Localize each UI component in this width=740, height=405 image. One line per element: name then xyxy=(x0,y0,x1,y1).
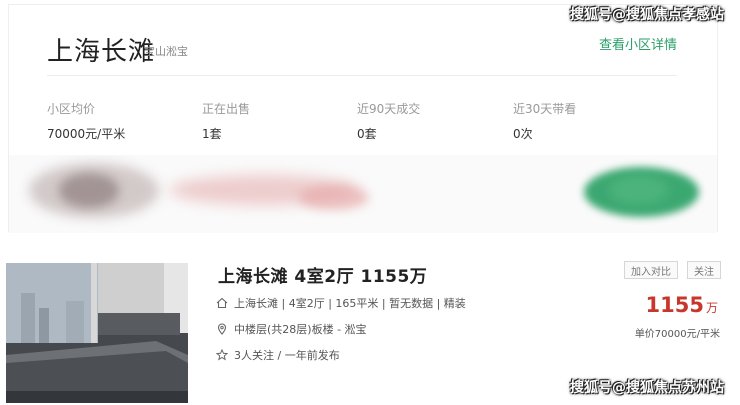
listing-title[interactable]: 上海长滩 4室2厅 1155万 xyxy=(218,262,427,287)
stat-on-sale: 正在出售 1套 xyxy=(202,100,250,142)
listing-features: 上海长滩 | 4室2厅 | 165平米 | 暂无数据 | 精装 xyxy=(234,297,466,310)
stat-value: 70000元/平米 xyxy=(47,127,126,141)
stat-value: 0套 xyxy=(357,127,377,141)
bedroom-photo-image xyxy=(6,263,188,403)
stat-average-price: 小区均价 70000元/平米 xyxy=(47,100,125,142)
star-icon xyxy=(216,349,228,361)
listing-price: 1155 万 xyxy=(646,293,718,317)
community-district: 宝山淞宝 xyxy=(144,45,188,58)
unit-price: 单价70000元/平米 xyxy=(634,329,720,340)
view-community-details-link[interactable]: 查看小区详情 xyxy=(599,34,677,53)
stat-viewings-30-days: 近30天带看 0次 xyxy=(513,100,576,142)
price-unit: 万 xyxy=(705,301,718,315)
stat-label: 近90天成交 xyxy=(357,102,421,116)
community-card: 上海长滩 宝山淞宝 查看小区详情 小区均价 70000元/平米 正在出售 1套 … xyxy=(8,4,718,233)
add-to-compare-button[interactable]: 加入对比 xyxy=(624,261,678,279)
divider xyxy=(47,75,677,76)
community-title: 上海长滩 xyxy=(47,37,156,67)
listing-location: 中楼层(共28层)板楼 - 淞宝 xyxy=(234,323,367,336)
stat-value: 0次 xyxy=(513,127,533,141)
listing-followers: 3人关注 / 一年前发布 xyxy=(234,349,340,362)
stat-label: 近30天带看 xyxy=(513,102,577,116)
home-icon xyxy=(216,297,228,309)
follow-button[interactable]: 关注 xyxy=(687,261,721,279)
watermark-bottom: 搜狐号@搜狐焦点苏州站 xyxy=(570,380,724,396)
stat-deals-90-days: 近90天成交 0套 xyxy=(357,100,420,142)
price-value: 1155 xyxy=(645,293,704,317)
stat-label: 正在出售 xyxy=(202,102,251,116)
stat-value: 1套 xyxy=(202,127,222,141)
listing-followers-row: 3人关注 / 一年前发布 xyxy=(216,347,340,363)
listing-location-row: 中楼层(共28层)板楼 - 淞宝 xyxy=(216,321,367,337)
stat-label: 小区均价 xyxy=(47,102,96,116)
listing-photo[interactable] xyxy=(6,263,188,403)
listing-features-row: 上海长滩 | 4室2厅 | 165平米 | 暂无数据 | 精装 xyxy=(216,295,466,311)
watermark-top: 搜狐号@搜狐焦点孝感站 xyxy=(570,7,724,23)
redacted-blur-area xyxy=(9,155,717,233)
location-pin-icon xyxy=(217,323,227,335)
